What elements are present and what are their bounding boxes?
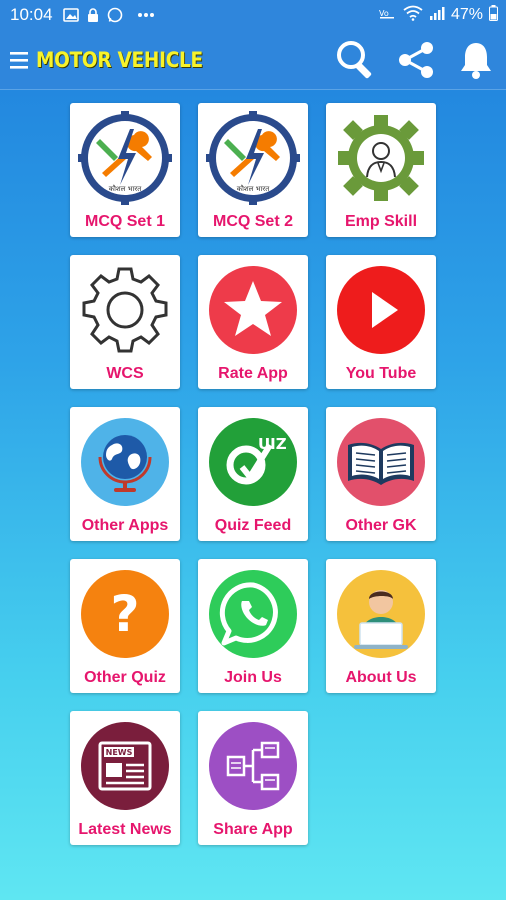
skill-india-logo-icon: कौशल भारत	[206, 111, 300, 205]
tile-label: MCQ Set 1	[84, 213, 165, 230]
tile-mcq-set-1[interactable]: कौशल भारत MCQ Set 1	[70, 103, 180, 237]
tile-label: Share App	[213, 821, 293, 838]
svg-text:कौशल भारत: कौशल भारत	[237, 184, 271, 193]
tile-other-gk[interactable]: Other GK	[326, 407, 436, 541]
menu-grid: कौशल भारत MCQ Set 1 कौशल भारत MCQ Set 2	[70, 103, 436, 845]
tile-join-us[interactable]: Join Us	[198, 559, 308, 693]
share-button[interactable]	[386, 30, 446, 90]
bell-icon	[461, 42, 491, 79]
menu-button[interactable]	[2, 30, 36, 90]
tile-youtube[interactable]: You Tube	[326, 255, 436, 389]
tile-wcs[interactable]: WCS	[70, 255, 180, 389]
more-icon	[137, 12, 155, 18]
globe-icon	[78, 415, 172, 509]
tile-label: MCQ Set 2	[212, 213, 293, 230]
vowifi-icon: Vo	[379, 5, 397, 26]
star-icon	[206, 263, 300, 357]
tile-other-quiz[interactable]: ? Other Quiz	[70, 559, 180, 693]
tile-label: Quiz Feed	[214, 517, 292, 534]
whatsapp-icon	[206, 567, 300, 661]
question-icon: ?	[78, 567, 172, 661]
svg-text:Vo: Vo	[379, 9, 389, 18]
status-time: 10:04	[10, 5, 53, 24]
gear-person-icon	[334, 111, 428, 205]
tile-emp-skill[interactable]: Emp Skill	[326, 103, 436, 237]
svg-text:कौशल भारत: कौशल भारत	[109, 184, 143, 193]
tile-label: Join Us	[224, 669, 282, 686]
play-icon	[334, 263, 428, 357]
tile-label: Rate App	[218, 365, 288, 382]
share-icon	[399, 41, 433, 78]
signal-icon	[429, 5, 445, 26]
svg-text:?: ?	[110, 585, 139, 643]
quiz-icon: UIZ	[206, 415, 300, 509]
gear-icon	[78, 263, 172, 357]
share-diagram-icon	[206, 719, 300, 813]
tile-label: WCS	[106, 365, 144, 382]
hamburger-icon	[10, 51, 28, 69]
person-laptop-icon	[334, 567, 428, 661]
tile-label: Other GK	[345, 517, 417, 534]
battery-percent: 47%	[450, 6, 483, 23]
tile-latest-news[interactable]: NEWS Latest News	[70, 711, 180, 845]
tile-other-apps[interactable]: Other Apps	[70, 407, 180, 541]
tile-label: Emp Skill	[344, 213, 418, 230]
tile-mcq-set-2[interactable]: कौशल भारत MCQ Set 2	[198, 103, 308, 237]
lock-icon	[87, 8, 99, 22]
notifications-button[interactable]	[446, 30, 506, 90]
whatsapp-icon	[107, 7, 123, 23]
app-title: MOTOR VEHICLE	[36, 47, 203, 72]
search-icon	[337, 40, 372, 78]
tile-share-app[interactable]: Share App	[198, 711, 308, 845]
battery-icon	[489, 4, 498, 26]
skill-india-logo-icon: कौशल भारत	[78, 111, 172, 205]
tile-label: Latest News	[78, 821, 172, 838]
image-icon	[62, 8, 79, 22]
search-button[interactable]	[326, 30, 386, 90]
tile-label: You Tube	[345, 365, 417, 382]
svg-text:NEWS: NEWS	[106, 748, 133, 757]
tile-quiz-feed[interactable]: UIZ Quiz Feed	[198, 407, 308, 541]
app-bar: MOTOR VEHICLE	[0, 30, 506, 90]
tile-label: Other Quiz	[84, 669, 166, 686]
book-icon	[334, 415, 428, 509]
status-bar: 10:04 Vo 47%	[0, 0, 506, 30]
wifi-icon	[403, 5, 423, 26]
news-icon: NEWS	[78, 719, 172, 813]
tile-about-us[interactable]: About Us	[326, 559, 436, 693]
tile-label: Other Apps	[81, 517, 169, 534]
svg-text:UIZ: UIZ	[258, 435, 287, 453]
tile-label: About Us	[345, 669, 417, 686]
tile-rate-app[interactable]: Rate App	[198, 255, 308, 389]
